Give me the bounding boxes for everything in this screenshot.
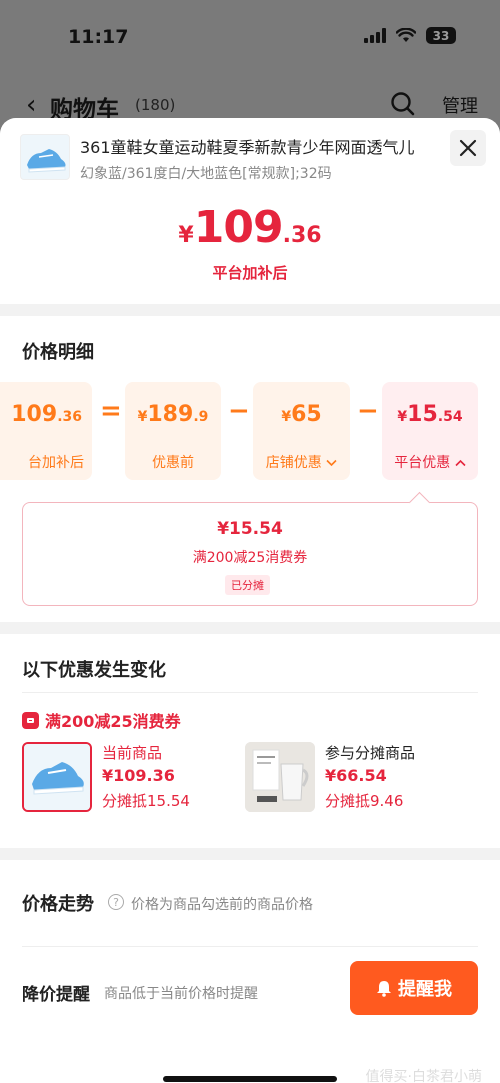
- price-drop-reminder-section: 降价提醒 商品低于当前价格时提醒 提醒我 值得买·白茶君小萌: [0, 947, 500, 1083]
- related-item-label: 参与分摊商品: [325, 744, 416, 762]
- price-detail-section: 价格明细 109.36 台加补后 = ¥189.9 优惠前 − ¥65 店铺优惠…: [0, 316, 500, 622]
- coupon-line: 满200减25消费券: [22, 708, 181, 732]
- coupon-amount: ¥15.54: [217, 519, 283, 539]
- coupon-name: 满200减25消费券: [192, 550, 308, 566]
- platform-discount-box[interactable]: ¥15.54 平台优惠: [382, 382, 478, 480]
- cart-count: (180): [135, 96, 176, 114]
- question-icon[interactable]: ?: [108, 894, 124, 910]
- wifi-icon: [396, 28, 416, 42]
- current-item-image: [22, 742, 92, 812]
- watermark: 值得买·白茶君小萌: [365, 1069, 482, 1083]
- search-icon[interactable]: [390, 91, 416, 117]
- related-item-price: ¥66.54: [325, 766, 387, 785]
- original-price-box: ¥189.9 优惠前: [125, 382, 221, 480]
- divider: [22, 692, 478, 693]
- chevron-up-icon: [455, 459, 466, 467]
- platform-coupon-card: ¥15.54 满200减25消费券 已分摊: [22, 502, 478, 606]
- discount-changes-section: 以下优惠发生变化 满200减25消费券 当前商品 ¥109.36 分摊抵15.5…: [0, 634, 500, 848]
- status-time: 11:17: [68, 26, 129, 48]
- current-item-label: 当前商品: [102, 744, 163, 762]
- close-button[interactable]: [450, 130, 486, 166]
- coupon-line-label: 满200减25消费券: [45, 712, 181, 731]
- final-price: ¥109.36: [178, 202, 322, 253]
- price-detail-title: 价格明细: [22, 342, 94, 363]
- product-name: 361童鞋女童运动鞋夏季新款青少年网面透气儿: [80, 138, 415, 157]
- changes-title: 以下优惠发生变化: [22, 660, 166, 681]
- price-note: 平台加补后: [212, 264, 288, 282]
- minus-sign: −: [357, 396, 379, 426]
- remind-me-button[interactable]: 提醒我: [350, 961, 478, 1015]
- product-spec: 幻象蓝/361度白/大地蓝色[常规款];32码: [80, 166, 332, 182]
- current-item-share: 分摊抵15.54: [102, 792, 190, 810]
- price-trend-section: 价格走势 ? 价格为商品勾选前的商品价格: [0, 860, 500, 947]
- minus-sign: −: [228, 396, 250, 426]
- coupon-allocated-tag: 已分摊: [225, 575, 270, 595]
- home-indicator[interactable]: [163, 1076, 337, 1082]
- manage-button[interactable]: 管理: [442, 92, 478, 118]
- battery-icon: 33: [426, 27, 456, 44]
- equal-sign: =: [100, 396, 122, 426]
- product-thumbnail: [20, 134, 70, 180]
- trend-note: 价格为商品勾选前的商品价格: [131, 897, 313, 913]
- coupon-icon: [22, 711, 39, 729]
- remind-note: 商品低于当前价格时提醒: [104, 986, 258, 1002]
- remind-title: 降价提醒: [22, 985, 90, 1005]
- price-detail-sheet: 361童鞋女童运动鞋夏季新款青少年网面透气儿 幻象蓝/361度白/大地蓝色[常规…: [0, 118, 500, 1083]
- final-price-box: 109.36 台加补后: [0, 382, 92, 480]
- product-header: 361童鞋女童运动鞋夏季新款青少年网面透气儿 幻象蓝/361度白/大地蓝色[常规…: [0, 118, 500, 304]
- chevron-left-icon[interactable]: ‹: [26, 90, 36, 120]
- related-item-share: 分摊抵9.46: [325, 792, 404, 810]
- bell-icon: [377, 980, 391, 997]
- trend-title: 价格走势: [22, 894, 94, 915]
- shop-discount-box[interactable]: ¥65 店铺优惠: [253, 382, 350, 480]
- status-icons: 33: [364, 27, 456, 44]
- status-bar: 11:17 33: [0, 0, 500, 70]
- close-icon: [459, 139, 477, 157]
- signal-icon: [364, 28, 386, 43]
- chevron-down-icon: [326, 459, 337, 467]
- current-item-price: ¥109.36: [102, 766, 175, 785]
- related-item-image: [245, 742, 315, 812]
